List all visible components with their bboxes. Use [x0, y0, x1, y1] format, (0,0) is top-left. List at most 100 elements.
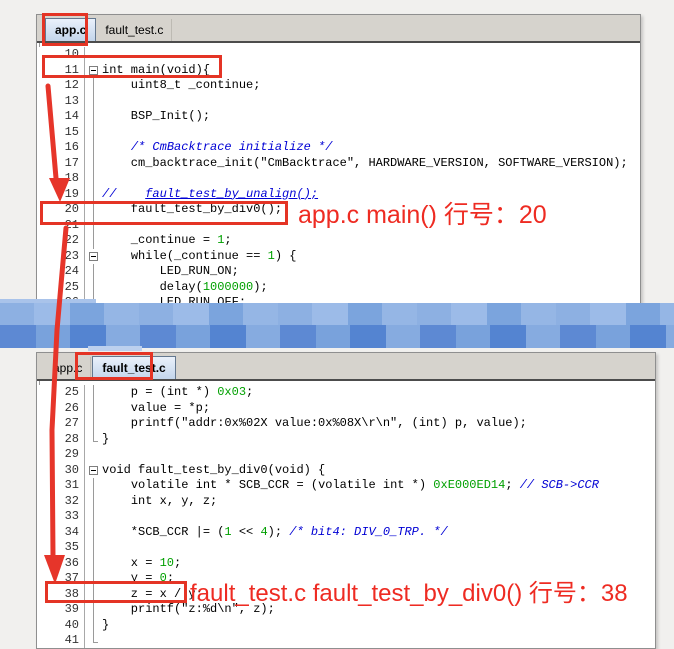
- fold-gutter: [85, 602, 102, 618]
- fold-gutter: [85, 556, 102, 572]
- code-line-13[interactable]: 13: [37, 94, 640, 110]
- line-number: 29: [37, 447, 85, 463]
- fold-gutter: [85, 494, 102, 510]
- code-line-36[interactable]: 36 x = 10;: [37, 556, 655, 572]
- code-text: p = (int *) 0x03;: [102, 385, 253, 401]
- code-line-33[interactable]: 33: [37, 509, 655, 525]
- code-text: _continue = 1;: [102, 233, 232, 249]
- fold-gutter: [85, 432, 102, 448]
- code-line-15[interactable]: 15: [37, 125, 640, 141]
- code-text: int x, y, z;: [102, 494, 217, 510]
- highlight-box-line-11: [42, 55, 222, 78]
- code-line-34[interactable]: 34 *SCB_CCR |= (1 << 4); /* bit4: DIV_0_…: [37, 525, 655, 541]
- code-line-14[interactable]: 14 BSP_Init();: [37, 109, 640, 125]
- line-number: 33: [37, 509, 85, 525]
- line-number: 18: [37, 171, 85, 187]
- fold-gutter: [85, 509, 102, 525]
- annotation-label-line-38: fault_test.c fault_test_by_div0() 行号：38: [190, 573, 628, 608]
- code-line-32[interactable]: 32 int x, y, z;: [37, 494, 655, 510]
- code-text: volatile int * SCB_CCR = (volatile int *…: [102, 478, 599, 494]
- fold-gutter: [85, 171, 102, 187]
- code-text: x = 10;: [102, 556, 181, 572]
- highlight-box-tab-app-c: [42, 13, 88, 46]
- code-text: void fault_test_by_div0(void) {: [102, 463, 325, 479]
- line-number: 39: [37, 602, 85, 618]
- annotation-label-line-20: app.c main() 行号：20: [298, 195, 547, 231]
- fold-gutter: [85, 187, 102, 203]
- fold-gutter: [85, 140, 102, 156]
- code-text: }: [102, 432, 109, 448]
- code-line-25[interactable]: 25 p = (int *) 0x03;: [37, 385, 655, 401]
- code-line-17[interactable]: 17 cm_backtrace_init("CmBacktrace", HARD…: [37, 156, 640, 172]
- fold-gutter: [85, 109, 102, 125]
- censor-block: [88, 346, 142, 351]
- code-line-27[interactable]: 27 printf("addr:0x%02X value:0x%08X\r\n"…: [37, 416, 655, 432]
- line-number: 26: [37, 401, 85, 417]
- code-area-fault-test-c[interactable]: 25 p = (int *) 0x03;26 value = *p;27 pri…: [37, 385, 655, 648]
- line-number: 30: [37, 463, 85, 479]
- code-line-23[interactable]: 23 while(_continue == 1) {: [37, 249, 640, 265]
- line-number: 24: [37, 264, 85, 280]
- line-number: 34: [37, 525, 85, 541]
- code-text: delay(1000000);: [102, 280, 268, 296]
- code-text: BSP_Init();: [102, 109, 210, 125]
- code-text: /* CmBacktrace initialize */: [102, 140, 332, 156]
- code-text: printf("addr:0x%02X value:0x%08X\r\n", (…: [102, 416, 527, 432]
- code-line-22[interactable]: 22 _continue = 1;: [37, 233, 640, 249]
- code-text: // fault_test_by_unalign();: [102, 187, 318, 203]
- code-line-29[interactable]: 29: [37, 447, 655, 463]
- code-line-18[interactable]: 18: [37, 171, 640, 187]
- line-number: 23: [37, 249, 85, 265]
- highlight-box-line-38: [45, 581, 187, 603]
- code-text: *SCB_CCR |= (1 << 4); /* bit4: DIV_0_TRP…: [102, 525, 448, 541]
- line-number: 25: [37, 280, 85, 296]
- fold-gutter: [85, 447, 102, 463]
- fold-gutter: [85, 125, 102, 141]
- code-line-12[interactable]: 12 uint8_t _continue;: [37, 78, 640, 94]
- code-line-25[interactable]: 25 delay(1000000);: [37, 280, 640, 296]
- code-line-26[interactable]: 26 value = *p;: [37, 401, 655, 417]
- code-area-app-c[interactable]: 1011int main(void){12 uint8_t _continue;…: [37, 47, 640, 305]
- code-line-41[interactable]: 41: [37, 633, 655, 648]
- fold-gutter: [85, 633, 102, 648]
- fold-gutter: [85, 233, 102, 249]
- fold-collapse-icon[interactable]: [85, 463, 102, 479]
- line-number: 14: [37, 109, 85, 125]
- code-text: cm_backtrace_init("CmBacktrace", HARDWAR…: [102, 156, 628, 172]
- line-number: 19: [37, 187, 85, 203]
- code-line-16[interactable]: 16 /* CmBacktrace initialize */: [37, 140, 640, 156]
- line-number: 12: [37, 78, 85, 94]
- highlight-box-line-20: [40, 201, 288, 225]
- code-text: uint8_t _continue;: [102, 78, 260, 94]
- highlight-box-tab-fault-test-c: [75, 352, 153, 380]
- fold-gutter: [85, 264, 102, 280]
- fold-gutter: [85, 385, 102, 401]
- line-number: 15: [37, 125, 85, 141]
- code-line-28[interactable]: 28}: [37, 432, 655, 448]
- code-line-24[interactable]: 24 LED_RUN_ON;: [37, 264, 640, 280]
- censor-row: [0, 303, 674, 325]
- censor-row: [0, 325, 674, 348]
- code-line-40[interactable]: 40}: [37, 618, 655, 634]
- fold-collapse-icon[interactable]: [85, 249, 102, 265]
- line-number: 13: [37, 94, 85, 110]
- code-line-31[interactable]: 31 volatile int * SCB_CCR = (volatile in…: [37, 478, 655, 494]
- code-line-30[interactable]: 30 void fault_test_by_div0(void) {: [37, 463, 655, 479]
- fold-gutter: [85, 401, 102, 417]
- code-text: LED_RUN_ON;: [102, 264, 239, 280]
- line-number: 41: [37, 633, 85, 648]
- code-line-35[interactable]: 35: [37, 540, 655, 556]
- fold-gutter: [85, 156, 102, 172]
- line-number: 40: [37, 618, 85, 634]
- line-number: 28: [37, 432, 85, 448]
- code-text: value = *p;: [102, 401, 210, 417]
- line-number: 16: [37, 140, 85, 156]
- fold-gutter: [85, 478, 102, 494]
- line-number: 22: [37, 233, 85, 249]
- line-number: 35: [37, 540, 85, 556]
- line-number: 31: [37, 478, 85, 494]
- tab-fault_test-c[interactable]: fault_test.c: [97, 19, 172, 41]
- fold-gutter: [85, 78, 102, 94]
- line-number: 32: [37, 494, 85, 510]
- tab-bar: app.cfault_test.c: [37, 15, 640, 43]
